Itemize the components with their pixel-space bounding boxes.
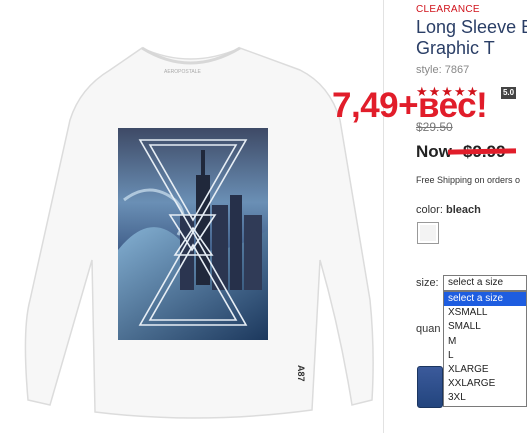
size-option[interactable]: L <box>444 349 526 363</box>
overlay-strikethrough <box>447 148 517 155</box>
size-option[interactable]: XXLARGE <box>444 377 526 391</box>
product-title: Long Sleeve Er Graphic T <box>416 17 527 59</box>
style-number: style: 7867 <box>416 64 470 76</box>
color-value: bleach <box>445 204 481 216</box>
color-swatch-bleach[interactable] <box>417 222 439 244</box>
now-label: Now <box>416 142 452 161</box>
size-option[interactable]: XLARGE <box>444 363 526 377</box>
size-label: size: <box>416 277 439 289</box>
product-image[interactable]: AEROPOSTALE A87 <box>0 0 383 433</box>
size-option[interactable]: 3XL <box>444 391 526 405</box>
free-shipping-text[interactable]: Free Shipping on orders o <box>416 175 520 185</box>
rating-badge: 5.0 <box>501 87 516 99</box>
quantity-label: quan <box>416 323 441 335</box>
size-option[interactable]: M <box>444 335 526 349</box>
clearance-label: CLEARANCE <box>416 4 480 15</box>
color-label-prefix: color: <box>416 204 443 216</box>
size-dropdown-list[interactable]: select a size XSMALL SMALL M L XLARGE XX… <box>443 291 527 407</box>
shirt-tag-text: AEROPOSTALE <box>164 69 202 75</box>
title-line-2: Graphic T <box>416 38 495 58</box>
size-option[interactable]: SMALL <box>444 320 526 334</box>
overlay-price-annotation: 7,49+вес! <box>332 86 488 125</box>
size-select[interactable]: select a size <box>443 275 527 291</box>
divider <box>383 0 384 433</box>
color-label: color: bleach <box>416 204 481 216</box>
size-option[interactable]: select a size <box>444 292 526 307</box>
size-option[interactable]: XSMALL <box>444 306 526 320</box>
add-to-bag-button[interactable] <box>417 366 443 408</box>
sleeve-mark: A87 <box>296 365 306 382</box>
title-line-1: Long Sleeve Er <box>416 17 527 37</box>
